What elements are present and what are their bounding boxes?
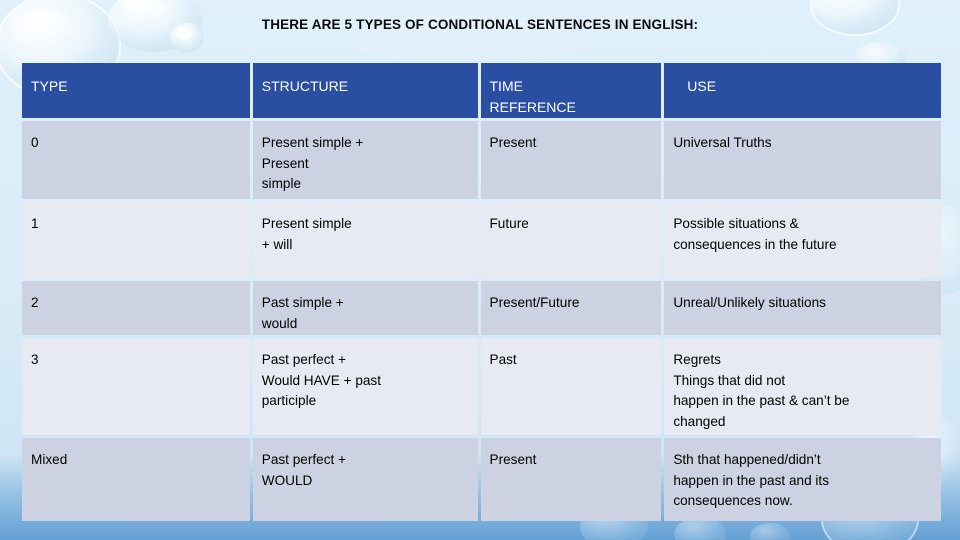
cell-use: Possible situations & consequences in th…: [664, 202, 941, 278]
cell-type-text: Mixed: [31, 452, 68, 467]
cell-use: Regrets Things that did not happen in th…: [664, 338, 941, 435]
cell-use-text: Universal Truths: [673, 135, 772, 150]
cell-structure: Present simple + will: [252, 202, 478, 278]
cell-type: 3: [22, 338, 250, 435]
cell-time-reference: Present: [480, 121, 662, 199]
column-header-use: USE: [664, 63, 941, 118]
table-row: 0 Present simple + Present simple Presen…: [22, 121, 941, 199]
cell-structure-text: Present simple + will: [261, 216, 352, 252]
cell-structure: Past perfect + Would HAVE + past partici…: [252, 338, 478, 435]
cell-type: 0: [22, 121, 250, 199]
cell-type-text: 1: [31, 216, 39, 231]
cell-type: 2: [22, 281, 250, 335]
cell-structure-text: Past simple + would: [261, 295, 344, 331]
column-header-time-reference-label: TIME REFERENCE: [489, 78, 576, 115]
cell-structure-text: Past perfect + Would HAVE + past partici…: [261, 352, 382, 409]
cell-use-text: Possible situations & consequences in th…: [673, 216, 837, 252]
slide-title-container: THERE ARE 5 TYPES OF CONDITIONAL SENTENC…: [0, 16, 960, 34]
cell-type-text: 0: [31, 135, 39, 150]
cell-use-text: Regrets Things that did not happen in th…: [673, 352, 850, 429]
cell-use: Universal Truths: [664, 121, 941, 199]
column-header-use-label: USE: [687, 78, 717, 94]
cell-time-reference: Past: [480, 338, 662, 435]
table-header-row: TYPE STRUCTURE TIME REFERENCE USE: [22, 63, 941, 118]
table-row: 1 Present simple + will Future Possible …: [22, 202, 941, 278]
cell-type-text: 3: [31, 352, 39, 367]
cell-time-reference-text: Present: [489, 452, 537, 467]
table-row: 3 Past perfect + Would HAVE + past parti…: [22, 338, 941, 435]
table-row: Mixed Past perfect + WOULD Present Sth t…: [22, 438, 941, 521]
table-row: 2 Past simple + would Present/Future Unr…: [22, 281, 941, 335]
cell-type-text: 2: [31, 295, 39, 310]
conditionals-table: TYPE STRUCTURE TIME REFERENCE USE 0 Pres…: [22, 63, 941, 521]
cell-use-text: Sth that happened/didn’t happen in the p…: [673, 452, 830, 509]
cell-use: Sth that happened/didn’t happen in the p…: [664, 438, 941, 521]
cell-time-reference-text: Past: [489, 352, 517, 367]
cell-structure: Present simple + Present simple: [252, 121, 478, 199]
cell-time-reference-text: Present: [489, 135, 537, 150]
page-title: THERE ARE 5 TYPES OF CONDITIONAL SENTENC…: [261, 17, 699, 32]
cell-time-reference: Present/Future: [480, 281, 662, 335]
column-header-structure-label: STRUCTURE: [261, 78, 349, 94]
column-header-structure: STRUCTURE: [252, 63, 478, 118]
cell-time-reference-text: Future: [489, 216, 529, 231]
cell-structure: Past simple + would: [252, 281, 478, 335]
cell-structure: Past perfect + WOULD: [252, 438, 478, 521]
column-header-time-reference: TIME REFERENCE: [480, 63, 662, 118]
cell-structure-text: Present simple + Present simple: [261, 135, 364, 192]
cell-structure-text: Past perfect + WOULD: [261, 452, 347, 488]
column-header-type-label: TYPE: [31, 78, 68, 94]
cell-use-text: Unreal/Unlikely situations: [673, 295, 826, 310]
cell-time-reference: Present: [480, 438, 662, 521]
cell-time-reference-text: Present/Future: [489, 295, 580, 310]
column-header-type: TYPE: [22, 63, 250, 118]
cell-time-reference: Future: [480, 202, 662, 278]
cell-use: Unreal/Unlikely situations: [664, 281, 941, 335]
cell-type: Mixed: [22, 438, 250, 521]
cell-type: 1: [22, 202, 250, 278]
